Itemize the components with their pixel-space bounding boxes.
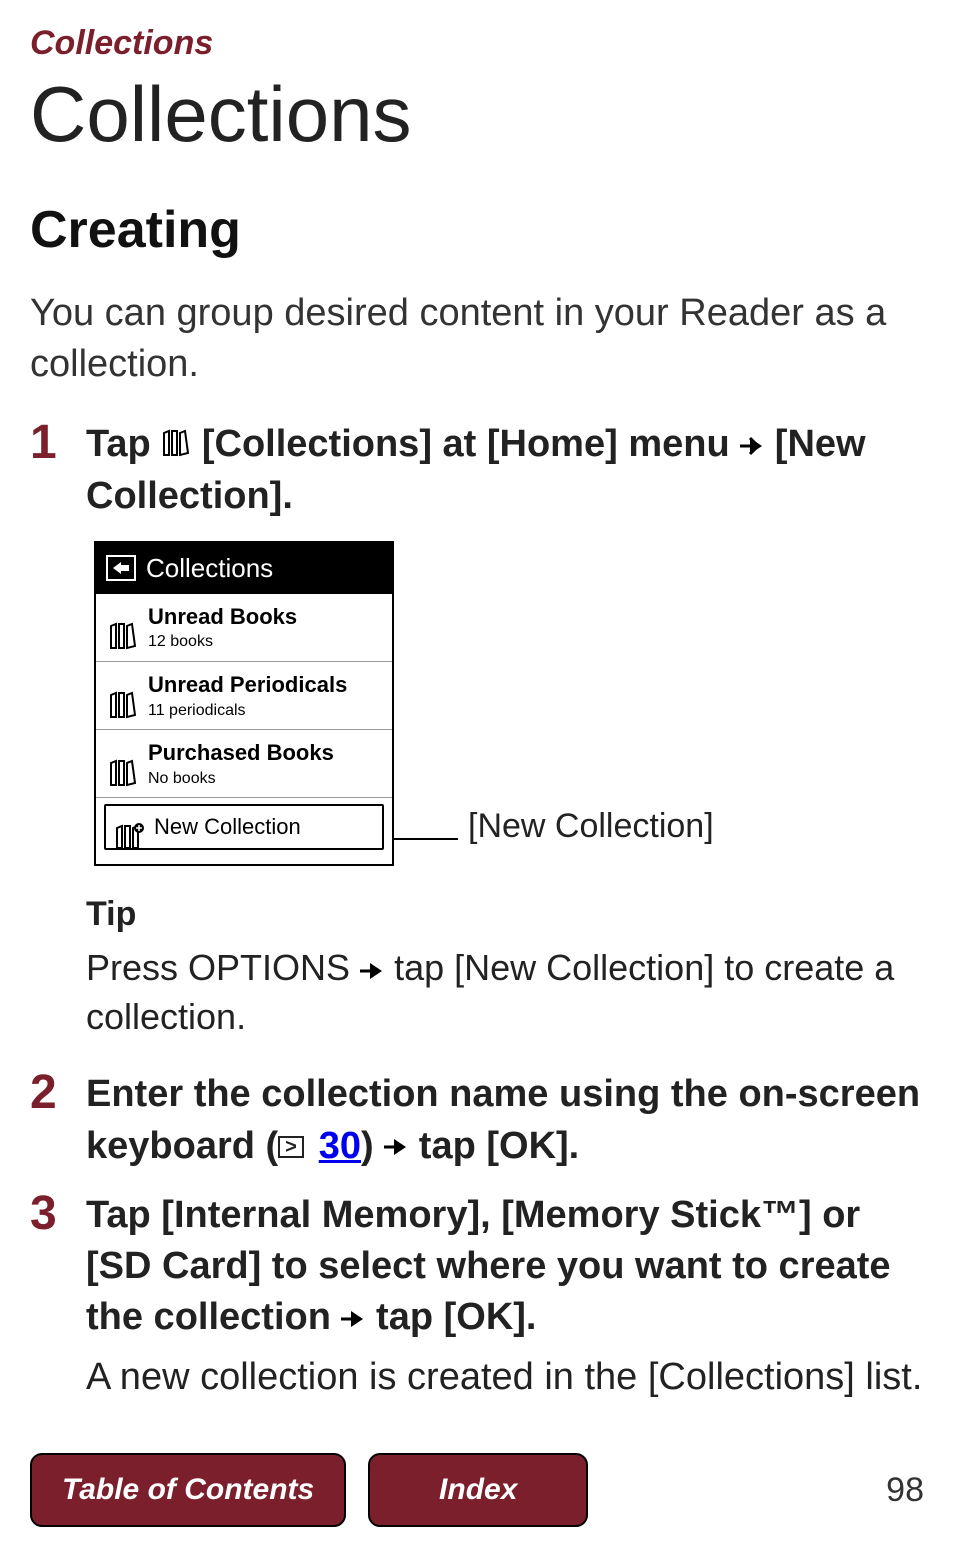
row-sub: No books [148, 768, 334, 790]
screenshot-callout-wrap: Collections Unread Books 12 books [94, 541, 924, 867]
intro-text: You can group desired content in your Re… [30, 288, 924, 391]
tip-block: Tip Press OPTIONS tap [New Collection] t… [86, 892, 924, 1041]
step-1: 1 Tap [Collections] at [Home] menu [New … [30, 419, 924, 1052]
step3-post: tap [OK]. [376, 1296, 536, 1338]
step-number: 2 [30, 1069, 64, 1172]
step-2: 2 Enter the collection name using the on… [30, 1069, 924, 1172]
step2-mid: ) [361, 1125, 384, 1167]
collections-screenshot: Collections Unread Books 12 books [94, 541, 394, 867]
step1-pre: Tap [86, 423, 161, 465]
step2-post: tap [OK]. [419, 1125, 579, 1167]
footer: Table of Contents Index 98 [30, 1453, 924, 1527]
list-item: Purchased Books No books [96, 730, 392, 798]
steps-list: 1 Tap [Collections] at [Home] menu [New … [30, 419, 924, 1403]
step3-result: A new collection is created in the [Coll… [86, 1352, 924, 1403]
step-3: 3 Tap [Internal Memory], [Memory Stick™]… [30, 1190, 924, 1403]
row-title: Unread Books [148, 602, 297, 632]
arrow-icon [360, 961, 384, 981]
breadcrumb: Collections [30, 24, 924, 63]
arrow-icon [341, 1309, 365, 1329]
tip-pre: Press OPTIONS [86, 947, 360, 988]
callout-label: [New Collection] [468, 804, 714, 850]
list-item: Unread Books 12 books [96, 594, 392, 662]
page: Collections Collections Creating You can… [0, 0, 954, 1557]
books-plus-icon [114, 813, 144, 841]
page-number: 98 [886, 1471, 924, 1510]
books-icon [108, 750, 138, 778]
page-ref-link[interactable]: 30 [319, 1125, 361, 1167]
section-heading: Creating [30, 200, 924, 260]
index-button[interactable]: Index [368, 1453, 588, 1527]
step1-collections-label: [Collections] at [Home] menu [202, 423, 740, 465]
screenshot-header: Collections [96, 543, 392, 594]
row-sub: 12 books [148, 631, 297, 653]
tip-title: Tip [86, 892, 924, 938]
new-collection-item: New Collection [104, 804, 384, 850]
books-icon [108, 682, 138, 710]
back-icon [106, 555, 136, 581]
callout-line [392, 838, 458, 840]
books-icon [108, 613, 138, 641]
step-number: 3 [30, 1190, 64, 1403]
screenshot-title: Collections [146, 551, 273, 586]
row-title: Purchased Books [148, 738, 334, 768]
arrow-icon [384, 1137, 408, 1157]
toc-button[interactable]: Table of Contents [30, 1453, 346, 1527]
page-title: Collections [30, 69, 924, 160]
list-item: Unread Periodicals 11 periodicals [96, 662, 392, 730]
page-ref-icon [278, 1136, 304, 1158]
new-collection-label: New Collection [154, 812, 301, 842]
row-title: Unread Periodicals [148, 670, 347, 700]
collections-icon [161, 420, 191, 471]
step-number: 1 [30, 419, 64, 1052]
arrow-icon [740, 436, 764, 456]
row-sub: 11 periodicals [148, 700, 347, 722]
